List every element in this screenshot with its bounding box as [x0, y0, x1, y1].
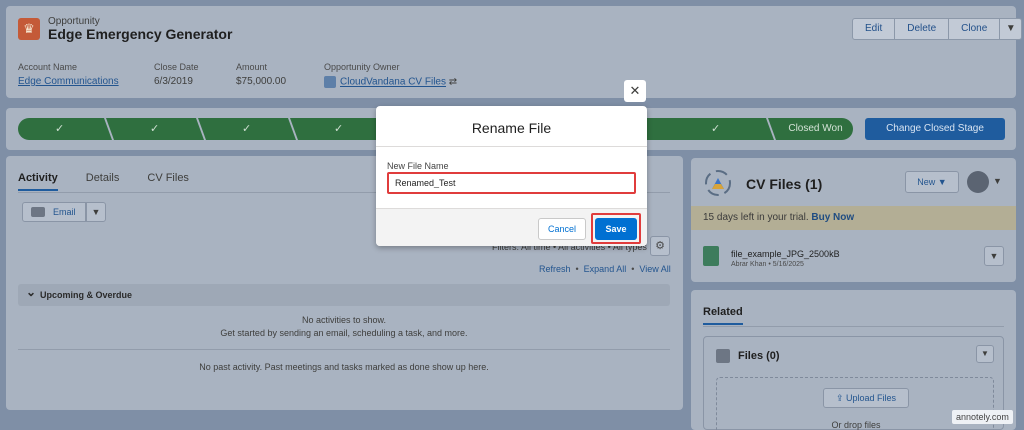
tab-details[interactable]: Details — [86, 172, 120, 191]
filter-settings-button[interactable]: ⚙ — [650, 236, 670, 256]
more-actions-button[interactable]: ▼ — [1000, 18, 1023, 40]
image-file-icon — [703, 246, 719, 266]
path-step-1[interactable]: ✓ — [18, 118, 115, 140]
files-title[interactable]: Files (0) — [738, 350, 780, 362]
email-button[interactable]: Email — [22, 202, 86, 222]
tab-related[interactable]: Related — [703, 306, 743, 325]
upload-files-button[interactable]: ⇪ Upload Files — [823, 388, 909, 408]
buy-now-link[interactable]: Buy Now — [811, 212, 854, 223]
watermark: annotely.com — [952, 410, 1013, 424]
close-icon[interactable]: ✕ — [624, 80, 646, 102]
upcoming-overdue-section[interactable]: Upcoming & Overdue — [18, 281, 670, 306]
field-amount: Amount $75,000.00 — [236, 62, 287, 87]
record-tabs: Activity Details CV Files — [18, 172, 189, 191]
chevron-down-icon: ▼ — [1005, 23, 1016, 34]
chevron-down-icon: ▼ — [937, 177, 947, 187]
tab-activity[interactable]: Activity — [18, 172, 58, 191]
change-owner-icon[interactable]: ⇄ — [449, 77, 457, 88]
new-file-name-input[interactable] — [387, 172, 636, 194]
edit-button[interactable]: Edit — [852, 18, 896, 40]
checkmark-icon: ✓ — [150, 123, 160, 135]
chevron-down-icon: ▼ — [989, 251, 999, 261]
email-icon — [31, 207, 45, 217]
save-button[interactable]: Save — [595, 218, 637, 240]
record-header: ♛ Opportunity Edge Emergency Generator E… — [6, 6, 1023, 98]
crown-icon: ♛ — [18, 18, 40, 40]
gear-icon: ⚙ — [655, 240, 665, 252]
cancel-button[interactable]: Cancel — [538, 218, 586, 240]
path-step-8[interactable]: ✓ — [657, 118, 777, 140]
expand-all-link[interactable]: Expand All — [584, 264, 627, 274]
field-account-name: Account Name Edge Communications — [18, 62, 119, 87]
rename-file-modal: Rename File New File Name Cancel Save — [376, 106, 647, 246]
avatar[interactable] — [967, 171, 989, 193]
divider — [703, 326, 1004, 327]
files-actions-button[interactable]: ▼ — [976, 345, 994, 363]
email-dropdown-button[interactable]: ▼ — [86, 202, 106, 222]
trial-banner: 15 days left in your trial. Buy Now — [691, 206, 1016, 230]
chevron-down-icon[interactable]: ▼ — [993, 176, 1002, 186]
view-all-link[interactable]: View All — [639, 264, 670, 274]
cloudvandana-logo-icon — [705, 170, 731, 196]
checkmark-icon: ✓ — [711, 123, 721, 135]
chevron-down-icon: ▼ — [91, 207, 101, 217]
file-meta: Abrar Khan • 5/16/2025 — [731, 261, 804, 268]
path-step-2[interactable]: ✓ — [105, 118, 207, 140]
path-step-4[interactable]: ✓ — [289, 118, 391, 140]
modal-title: Rename File — [471, 120, 552, 136]
refresh-link[interactable]: Refresh — [539, 264, 571, 274]
checkmark-icon: ✓ — [55, 123, 65, 135]
field-close-date: Close Date 6/3/2019 — [154, 62, 199, 87]
path-step-3[interactable]: ✓ — [197, 118, 299, 140]
tab-cv-files[interactable]: CV Files — [147, 172, 189, 191]
activity-links: Refresh • Expand All • View All — [539, 264, 671, 274]
cv-files-title: CV Files (1) — [746, 176, 823, 192]
divider — [18, 349, 670, 350]
file-name[interactable]: file_example_JPG_2500kB — [731, 249, 840, 259]
header-actions: Edit Delete Clone ▼ — [852, 18, 1023, 40]
checkmark-icon: ✓ — [242, 123, 252, 135]
checkmark-icon: ✓ — [334, 123, 344, 135]
account-link[interactable]: Edge Communications — [18, 76, 119, 87]
related-panel: Related Files (0) ▼ ⇪ Upload Files Or dr… — [691, 290, 1016, 430]
change-closed-stage-button[interactable]: Change Closed Stage — [865, 118, 1005, 140]
chevron-down-icon: ▼ — [981, 349, 989, 358]
file-actions-button[interactable]: ▼ — [984, 246, 1004, 266]
cv-files-panel: CV Files (1) New ▼ ▼ 15 days left in you… — [691, 158, 1016, 282]
divider — [376, 146, 647, 147]
clone-button[interactable]: Clone — [949, 18, 1001, 40]
user-icon — [324, 76, 336, 88]
upload-icon: ⇪ — [835, 393, 844, 403]
owner-link[interactable]: CloudVandana CV Files — [340, 77, 446, 88]
delete-button[interactable]: Delete — [895, 18, 950, 40]
modal-footer: Cancel Save — [376, 208, 647, 246]
files-icon — [716, 349, 730, 363]
new-button[interactable]: New ▼ — [905, 171, 959, 193]
field-opportunity-owner: Opportunity Owner CloudVandana CV Files … — [324, 62, 458, 88]
new-file-name-label: New File Name — [387, 161, 449, 171]
no-activities-message: No activities to show. Get started by se… — [220, 315, 468, 338]
path-step-closed-won[interactable]: Closed Won — [778, 118, 853, 140]
no-past-activity-message: No past activity. Past meetings and task… — [199, 362, 489, 372]
record-title: Edge Emergency Generator — [48, 26, 233, 42]
